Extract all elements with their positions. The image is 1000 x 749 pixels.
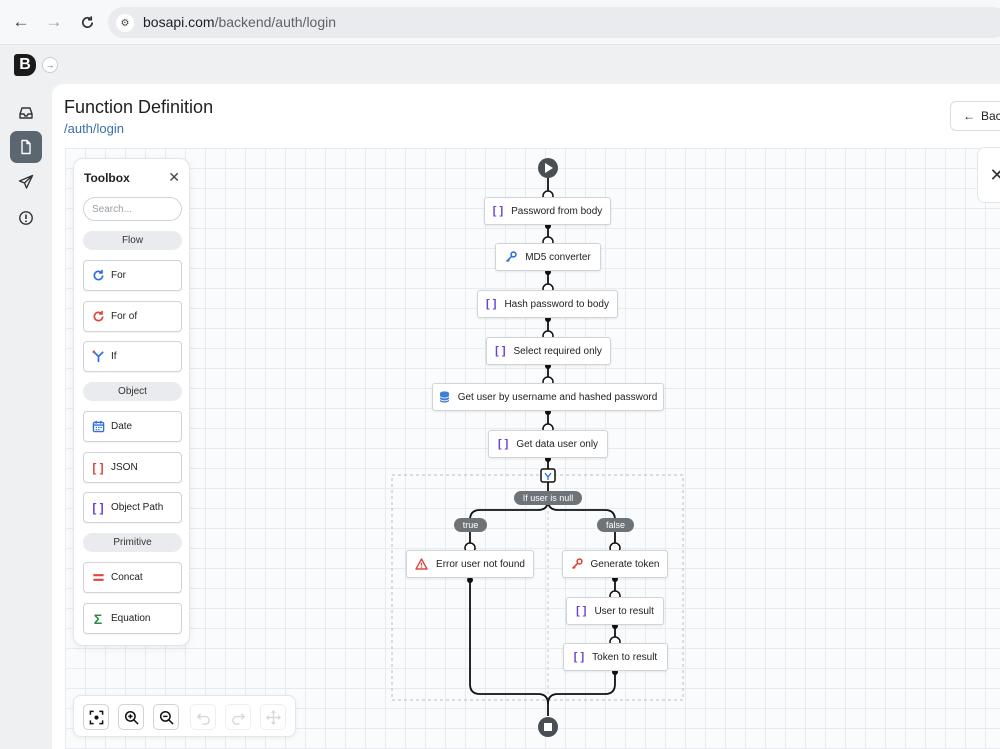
- brackets-icon: [ ]: [492, 205, 504, 217]
- brackets-icon: [ ]: [497, 438, 509, 450]
- flow-node[interactable]: Get user by username and hashed password: [432, 383, 664, 411]
- false-branch-label: false: [597, 518, 634, 532]
- redo-icon: [231, 712, 245, 725]
- loop-icon: [91, 269, 105, 283]
- condition-label: If user is null: [514, 491, 582, 505]
- database-icon: [439, 391, 450, 403]
- tool-concat[interactable]: Concat: [83, 562, 182, 593]
- tool-object-path[interactable]: [ ] Object Path: [83, 492, 182, 523]
- flow-node[interactable]: Error user not found: [406, 550, 534, 578]
- brackets-icon: [ ]: [573, 651, 585, 663]
- tool-if[interactable]: If: [83, 341, 182, 372]
- close-icon[interactable]: ✕: [168, 169, 180, 186]
- loop-icon: [91, 310, 105, 324]
- brackets-icon: [ ]: [576, 605, 587, 617]
- undo-button[interactable]: [190, 704, 216, 730]
- flow-node[interactable]: [ ] Hash password to body: [477, 290, 618, 318]
- flow-node[interactable]: [ ] Select required only: [486, 337, 611, 365]
- section-flow: Flow: [83, 231, 182, 250]
- zoom-out-button[interactable]: [153, 704, 179, 730]
- zoom-in-icon: [124, 710, 139, 725]
- brackets-icon: [ ]: [92, 460, 104, 475]
- tool-equation[interactable]: Σ Equation: [83, 603, 182, 634]
- flow-node[interactable]: MD5 converter: [495, 243, 601, 271]
- flow-node[interactable]: [ ] Get data user only: [488, 430, 608, 458]
- branch-icon: [91, 350, 105, 364]
- tool-for[interactable]: For: [83, 260, 182, 291]
- fit-view-button[interactable]: [83, 704, 109, 730]
- canvas-controls: [73, 695, 296, 737]
- warning-icon: [415, 558, 428, 570]
- brackets-icon: [ ]: [495, 345, 506, 357]
- fit-view-icon: [89, 710, 103, 724]
- equals-icon: [91, 571, 105, 585]
- tool-date[interactable]: Date: [83, 411, 182, 442]
- zoom-in-button[interactable]: [118, 704, 144, 730]
- edge-merge-right: [547, 672, 616, 705]
- flow-node[interactable]: [ ] User to result: [566, 597, 664, 625]
- key-icon: [571, 558, 583, 570]
- flow-node[interactable]: [ ] Password from body: [484, 197, 611, 225]
- section-object: Object: [83, 382, 182, 401]
- flow-node[interactable]: Generate token: [562, 550, 668, 578]
- toolbox-title: Toolbox: [84, 171, 130, 185]
- tool-for-of[interactable]: For of: [83, 301, 182, 332]
- redo-button[interactable]: [225, 704, 251, 730]
- undo-icon: [196, 712, 210, 725]
- section-primitive: Primitive: [83, 533, 182, 552]
- move-icon: [265, 709, 281, 725]
- edge-merge-left: [469, 580, 549, 716]
- brackets-icon: [ ]: [92, 500, 104, 515]
- calendar-icon: [91, 420, 105, 434]
- key-icon: [505, 251, 517, 263]
- toolbox-panel: Toolbox ✕ Flow For For of If Object Date…: [73, 158, 190, 646]
- if-node[interactable]: [540, 468, 556, 483]
- move-button[interactable]: [260, 704, 286, 730]
- brackets-icon: [ ]: [486, 298, 497, 310]
- zoom-out-icon: [159, 710, 174, 725]
- flow-node[interactable]: [ ] Token to result: [563, 643, 668, 671]
- sigma-icon: Σ: [93, 610, 103, 627]
- tool-json[interactable]: [ ] JSON: [83, 452, 182, 483]
- stop-icon: [544, 723, 552, 731]
- toolbox-search-input[interactable]: [83, 197, 182, 221]
- true-branch-label: true: [454, 518, 487, 532]
